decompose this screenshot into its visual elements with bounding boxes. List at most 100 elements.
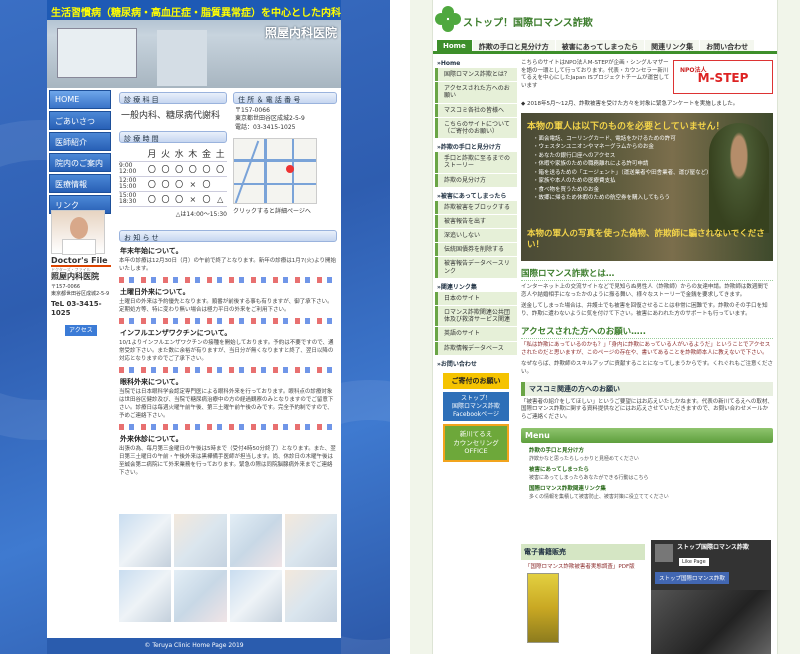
mstep-npo: NPO法人 (680, 67, 707, 74)
access-map[interactable] (233, 138, 317, 204)
hours-mark: 〇 (199, 161, 214, 177)
nav-victims[interactable]: 被害にあってしまったら (555, 40, 645, 51)
clinic-info: 照屋内科医院 〒157-0066 東京都世田谷区成城2-5-9 TeL 03-3… (51, 272, 115, 337)
hero-list-item: ・食べ物を買うためのお金 (533, 186, 600, 193)
section-text: インターネット上の交流サイトなどで見知らぬ男性人（詐欺師）からの友達申請。詐欺師… (521, 283, 769, 298)
hours-mark: 〇 (158, 161, 173, 177)
day-header: 土 (213, 146, 227, 162)
donation-banner[interactable]: ご寄付のお願い (443, 373, 509, 389)
address-section: 住 所 ＆ 電 話 番 号 〒157-0066 東京都世田谷区成城2-5-9 電… (233, 92, 337, 132)
day-header: 月 (145, 146, 159, 162)
site-title[interactable]: ストップ！国際ロマンス詐欺 (463, 14, 593, 29)
hero-warning: 本物の軍人の写真を使った偽物、詐欺師に騙されないでください！ (527, 228, 765, 250)
sidebar-item[interactable]: マスコミ各社の皆様へ (435, 103, 517, 117)
sidebar-item[interactable]: 被害報告データベースリンク (435, 257, 517, 278)
section-text: 「私は詐欺にあっているのかも？」「身内に詐欺にあっている人がいるようだ」というこ… (521, 341, 771, 356)
menu-desc: 多くの情報を集積して被害防止、被害対策に役立ててください (529, 494, 669, 501)
hours-mark: 〇 (158, 191, 173, 207)
sidebar-item[interactable]: 詐欺情報データベース (435, 341, 517, 355)
day-header: 火 (158, 146, 173, 162)
sidebar-item[interactable]: 被害報告を出す (435, 214, 517, 229)
notice-text: 当院では日本眼科学会認定専門医による眼科外来を行っております。眼科点の診療対象は… (119, 388, 334, 419)
sidebar-item[interactable]: 日本のサイト (435, 291, 517, 305)
left-browser-panel: 生活習慣病（糖尿病・高血圧症・脂質異常症）を中心とした内科専門診療所 照屋内科医… (0, 0, 390, 654)
sidebar-item[interactable]: 国際ロマンス詐欺とは？ (435, 68, 517, 82)
fb-page-name[interactable]: ストップ国際ロマンス詐欺 (655, 572, 729, 584)
clinic-footer: © Teruya Clinic Home Page 2019 (47, 638, 341, 654)
hours-row: 12:00 15:00 〇 〇 〇 × 〇 (119, 176, 227, 192)
day-header: 水 (172, 146, 186, 162)
nav-home[interactable]: Home (437, 40, 472, 51)
press-heading: マスコミ関連の方へのお願い (521, 381, 773, 396)
clover-logo-icon[interactable] (435, 6, 461, 32)
gallery-photo (119, 514, 172, 567)
counseling-office-banner[interactable]: 新川てるえ カウンセリング OFFICE (443, 424, 509, 462)
sidebar-group: »Home 国際ロマンス詐欺とは？ アクセスされた方へのお願い マスコミ各社の皆… (435, 58, 517, 139)
donation-banners: ご寄付のお願い ストップ！ 国際ロマンス詐欺 Facebookページ 新川てるえ… (443, 373, 509, 462)
sidebar-item[interactable]: ロマンス詐欺関連公共団体及び救済サービス関連 (435, 306, 517, 327)
hours-mark: 〇 (199, 176, 214, 192)
nav-links[interactable]: 関連リンク集 (645, 40, 700, 51)
hours-time: 15:00 18:30 (119, 191, 145, 207)
sidebar-heading-methods[interactable]: »詐欺の手口と見分け方 (435, 142, 501, 153)
fb-like-button[interactable]: Like Page (679, 558, 709, 566)
sidebar-item[interactable]: 手口と詐欺に至るまでのストーリー (435, 152, 517, 173)
sidebar-heading-links[interactable]: »関連リンク集 (435, 282, 477, 293)
clinic-photo-gallery (119, 514, 337, 622)
day-header: 金 (199, 146, 214, 162)
hero-list-item: ・あなたの銀行口座へのアクセス (533, 152, 616, 159)
ebook-link[interactable]: 「国際ロマンス詐欺被害者実態調査」PDF版 (521, 562, 645, 570)
sidebar-item[interactable]: 伝統国債券を削除する (435, 243, 517, 257)
sidebar-group: »お問い合わせ (435, 359, 517, 368)
menu-link[interactable]: 被害にあってしまったら (521, 465, 773, 473)
subjects-section: 診 療 科 目 一般内科、糖尿病代謝科 診 療 時 間 月 火 水 木 金 土 … (119, 92, 227, 218)
header-photo (157, 30, 207, 86)
sidebar-item[interactable]: アクセスされた方へのお願い (435, 82, 517, 103)
menu-heading: Menu (521, 428, 773, 444)
gallery-photo (229, 569, 282, 622)
gallery-photo (284, 569, 337, 622)
sidebar-item[interactable]: 詐欺被害をブロックする (435, 200, 517, 214)
right-browser-panel: ストップ！国際ロマンス詐欺 Home 詐欺の手口と見分け方 被害にあってしまった… (410, 0, 800, 654)
fb-widget-title[interactable]: ストップ国際ロマンス詐欺 (677, 544, 749, 552)
nav-doctor[interactable]: 医師紹介 (49, 132, 111, 151)
nav-contact[interactable]: お問い合わせ (700, 40, 755, 51)
nav-greeting[interactable]: ごあいさつ (49, 111, 111, 130)
notice-text: 出張の為、毎月第三金曜日の午後は5時まで（受付4時50分終了）となります。また、… (119, 445, 336, 476)
subjects-value: 一般内科、糖尿病代謝科 (121, 111, 221, 121)
menu-desc: 被害にあってしまったらあなたができる行動はこちら (529, 475, 649, 482)
sidebar-heading-home[interactable]: »Home (435, 58, 460, 69)
sidebar-item[interactable]: 詐欺の見分け方 (435, 173, 517, 187)
menu-link[interactable]: 国際ロマンス詐欺関連リンク集 (521, 484, 773, 492)
gallery-photo (119, 569, 172, 622)
hours-table: 月 火 水 木 金 土 9:00 12:00 〇 〇 〇 〇 〇 〇 12:00… (119, 146, 227, 207)
notice-heading: お 知 ら せ (119, 230, 337, 242)
menu-link[interactable]: 詐欺の手口と見分け方 (521, 446, 773, 454)
header-photo (57, 28, 137, 78)
facebook-page-banner[interactable]: ストップ！ 国際ロマンス詐欺 Facebookページ (443, 392, 509, 422)
nav-methods[interactable]: 詐欺の手口と見分け方 (472, 40, 555, 51)
nav-clinic-guide[interactable]: 院内のご案内 (49, 153, 111, 172)
announcement[interactable]: ◆ 2018年5月～12月、詐欺被害を受けた方々を対象に緊急アンケートを実施しま… (521, 99, 773, 107)
sidebar-heading-victims[interactable]: »被害にあってしまったら (435, 191, 506, 202)
hours-time: 12:00 15:00 (119, 176, 145, 192)
sidebar-item[interactable]: 英語のサイト (435, 327, 517, 341)
clinic-sign: 照屋内科医院 (264, 26, 337, 40)
hours-mark: 〇 (158, 176, 173, 192)
sidebar-item[interactable]: 深追いしない (435, 229, 517, 243)
mstep-logo[interactable]: NPO法人 M-STEP (673, 60, 773, 94)
nav-medical-info[interactable]: 医療情報 (49, 174, 111, 193)
nav-home[interactable]: HOME (49, 90, 111, 109)
sidebar-heading-contact[interactable]: »お問い合わせ (435, 359, 477, 370)
doctor-photo (51, 210, 105, 255)
sidebar-group: »関連リンク集 日本のサイト ロマンス詐欺関連公共団体及び救済サービス関連 英語… (435, 282, 517, 355)
sidebar-item[interactable]: こちらのサイトについて（ご寄付のお願い） (435, 117, 517, 139)
facebook-widget[interactable]: ストップ国際ロマンス詐欺 Like Page ストップ国際ロマンス詐欺 (651, 540, 771, 654)
hero-list-item: ・故郷に帰るため休暇のための航空券を購入してもらう (533, 195, 671, 202)
divider (119, 366, 337, 373)
hours-time: 9:00 12:00 (119, 161, 145, 177)
access-button[interactable]: アクセス (65, 324, 97, 337)
address-heading: 住 所 ＆ 電 話 番 号 (233, 92, 337, 104)
divider (119, 317, 337, 324)
ebook-cover[interactable] (527, 573, 559, 643)
